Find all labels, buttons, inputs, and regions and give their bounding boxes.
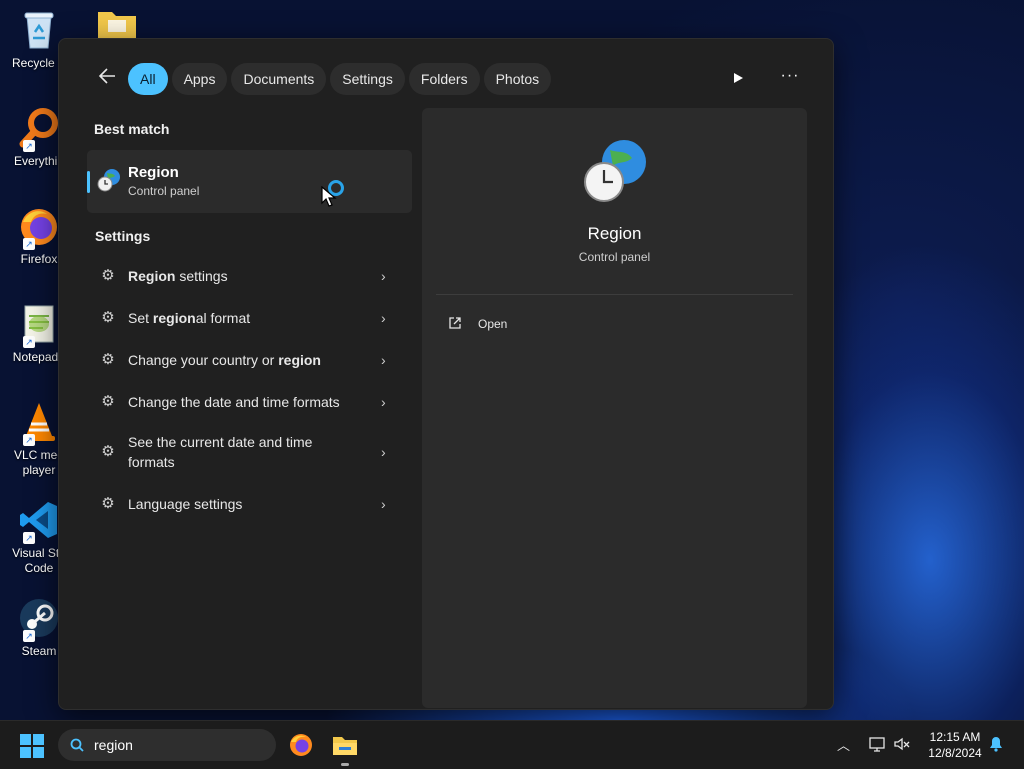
windows-logo-icon [20, 734, 44, 758]
chevron-right-icon: › [381, 352, 386, 368]
taskbar-search-input[interactable]: region [94, 737, 133, 753]
shortcut-arrow-icon: ↗ [23, 238, 35, 250]
volume-muted-icon[interactable] [893, 735, 911, 753]
region-globe-clock-icon [97, 168, 121, 192]
system-clock[interactable]: 12:15 AM 12/8/2024 [918, 729, 992, 761]
settings-gear-people-icon: ⚙ [101, 393, 115, 410]
setting-item-current-date-time[interactable]: ⚙ See the current date and time formats … [95, 425, 395, 479]
setting-item-label: Language settings [128, 496, 243, 512]
notification-bell-icon[interactable] [988, 736, 1004, 752]
file-explorer-icon [333, 737, 357, 755]
taskbar-firefox[interactable] [287, 731, 315, 759]
shortcut-arrow-icon: ↗ [23, 336, 35, 348]
notepad-plus-icon: ↗ [17, 302, 61, 348]
region-globe-clock-icon [582, 138, 648, 204]
mouse-cursor-icon [321, 186, 337, 207]
setting-item-date-time-formats[interactable]: ⚙ Change the date and time formats › [95, 384, 395, 420]
show-hidden-icons-chevron-icon[interactable]: ︿ [837, 735, 850, 754]
settings-gear-people-icon: ⚙ [101, 351, 115, 368]
shortcut-arrow-icon: ↗ [23, 532, 35, 544]
settings-gear-people-icon: ⚙ [101, 495, 115, 512]
chevron-right-icon: › [381, 310, 386, 326]
taskbar-search-box[interactable]: region [58, 729, 276, 761]
setting-item-label: See the current date and time formats [128, 434, 313, 470]
taskbar: region ︿ 12:15 AM 12/8/2024 [0, 720, 1024, 769]
clock-date: 12/8/2024 [928, 746, 982, 760]
filter-tab-settings[interactable]: Settings [330, 63, 405, 95]
folder-icon [94, 8, 140, 38]
setting-item-language-settings[interactable]: ⚙ Language settings › [95, 486, 395, 522]
best-match-subtitle: Control panel [128, 184, 200, 198]
setting-item-country-region[interactable]: ⚙ Change your country or region › [95, 342, 395, 378]
best-match-title: Region [128, 164, 179, 181]
best-match-result[interactable]: Region Control panel [87, 150, 412, 213]
desktop-icon-label: Steam [21, 644, 57, 658]
preview-divider [436, 294, 793, 295]
chevron-right-icon: › [381, 444, 386, 460]
filter-tab-all[interactable]: All [128, 63, 168, 95]
ellipsis-icon: ··· [780, 67, 800, 84]
desktop-icon-folder[interactable] [88, 8, 146, 38]
start-button[interactable] [20, 734, 44, 758]
shortcut-arrow-icon: ↗ [23, 140, 35, 152]
preview-subtitle: Control panel [578, 250, 651, 264]
result-preview-pane: Region Control panel Open [422, 108, 807, 708]
search-filter-tabs: All Apps Documents Settings Folders Phot… [128, 63, 552, 95]
firefox-icon: ↗ [17, 204, 61, 250]
more-options-button[interactable]: ··· [777, 65, 803, 91]
shortcut-arrow-icon: ↗ [23, 434, 35, 446]
best-match-heading: Best match [94, 121, 170, 137]
steam-icon: ↗ [17, 596, 61, 642]
chevron-right-icon: › [381, 496, 386, 512]
filter-tab-photos[interactable]: Photos [483, 63, 552, 95]
selection-indicator [87, 171, 90, 193]
open-action-label: Open [478, 317, 508, 331]
setting-item-regional-format[interactable]: ⚙ Set regional format › [95, 300, 395, 336]
play-icon [734, 73, 743, 83]
preview-title: Region [587, 224, 642, 243]
setting-item-label: Change the date and time formats [128, 394, 340, 410]
settings-gear-people-icon: ⚙ [101, 443, 115, 460]
firefox-icon [290, 734, 312, 756]
setting-item-label: Change your country or region [128, 352, 321, 368]
recycle-bin-icon [17, 8, 61, 52]
chevron-right-icon: › [381, 268, 386, 284]
arrow-left-icon [98, 68, 115, 84]
setting-item-region-settings[interactable]: ⚙ Region settings › [95, 258, 395, 294]
settings-gear-people-icon: ⚙ [101, 267, 115, 284]
settings-gear-people-icon: ⚙ [101, 309, 115, 326]
everything-search-icon: ↗ [17, 106, 61, 152]
desktop-icon-label: Firefox [20, 252, 58, 266]
taskbar-file-explorer[interactable] [331, 731, 359, 766]
back-button[interactable] [95, 67, 119, 91]
filter-tab-documents[interactable]: Documents [231, 63, 327, 95]
filter-tab-folders[interactable]: Folders [408, 63, 480, 95]
setting-item-label: Set regional format [128, 310, 251, 326]
chevron-right-icon: › [381, 394, 386, 410]
more-filters-button[interactable] [725, 65, 751, 91]
filter-tab-apps[interactable]: Apps [171, 63, 228, 95]
desktop-icon-label: VLC med player [13, 448, 65, 477]
search-icon [70, 738, 84, 752]
settings-heading: Settings [95, 228, 151, 244]
setting-item-label: Region settings [128, 268, 228, 284]
network-icon[interactable] [868, 735, 886, 753]
desktop-icon-label: Everythin [13, 154, 65, 168]
vlc-icon: ↗ [17, 400, 61, 446]
search-panel: All Apps Documents Settings Folders Phot… [58, 38, 834, 710]
shortcut-arrow-icon: ↗ [23, 630, 35, 642]
open-external-icon [449, 317, 461, 329]
vscode-icon: ↗ [17, 498, 61, 544]
clock-time: 12:15 AM [929, 730, 981, 744]
